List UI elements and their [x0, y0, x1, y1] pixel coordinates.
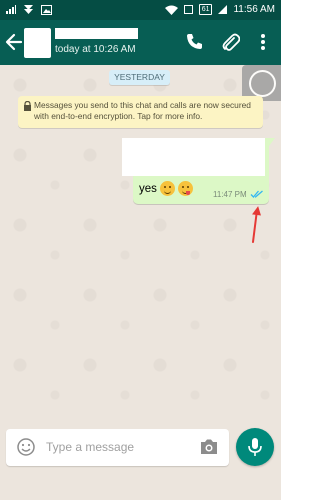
- emoji-icon[interactable]: [17, 438, 35, 456]
- encryption-notice-text: Messages you send to this chat and calls…: [34, 100, 251, 121]
- voice-record-button[interactable]: [236, 428, 274, 466]
- whatsapp-notification-icon: [24, 5, 33, 14]
- mobile-signal-icon: [218, 5, 228, 14]
- chat-area[interactable]: YESTERDAY Messages you send to this chat…: [0, 65, 281, 420]
- gallery-notification-icon: [41, 4, 52, 15]
- box-icon: [183, 5, 193, 14]
- status-time: 11:56 AM: [233, 4, 275, 15]
- message-composer: [6, 429, 229, 466]
- encryption-notice[interactable]: Messages you send to this chat and calls…: [18, 96, 263, 128]
- signal-icon: [6, 5, 16, 14]
- smirk-emoji-icon: [159, 181, 175, 196]
- attach-icon[interactable]: [220, 31, 240, 53]
- read-receipt-icon: [250, 190, 263, 198]
- assistive-ring-icon: [249, 70, 276, 97]
- battery-level: 61: [198, 4, 213, 15]
- camera-icon[interactable]: [199, 438, 219, 456]
- contact-name-redacted[interactable]: [55, 28, 138, 39]
- bubble-tail: [269, 138, 275, 146]
- whatsapp-chat-screen: 61 11:56 AM today at 10:26 AM YESTERDAY: [0, 0, 281, 500]
- microphone-icon: [248, 438, 262, 456]
- message-input[interactable]: [46, 438, 186, 456]
- message-time: 11:47 PM: [213, 190, 247, 199]
- more-options-icon[interactable]: [256, 31, 270, 53]
- outgoing-message[interactable]: yes 11:47 PM: [122, 138, 275, 204]
- contact-avatar[interactable]: [24, 28, 51, 58]
- redacted-quoted-content: [122, 138, 265, 176]
- chat-header: today at 10:26 AM: [0, 20, 281, 65]
- message-text: yes: [139, 182, 157, 195]
- annotation-arrow-icon: [252, 206, 261, 243]
- call-icon[interactable]: [184, 32, 204, 52]
- status-bar: 61 11:56 AM: [0, 0, 281, 20]
- lock-icon: [24, 101, 31, 111]
- tongue-wink-emoji-icon: [177, 181, 193, 196]
- wifi-icon: [164, 5, 178, 15]
- date-chip: YESTERDAY: [109, 70, 170, 85]
- back-arrow-icon[interactable]: [4, 31, 24, 53]
- message-body: yes: [139, 181, 193, 196]
- last-seen: today at 10:26 AM: [55, 44, 136, 55]
